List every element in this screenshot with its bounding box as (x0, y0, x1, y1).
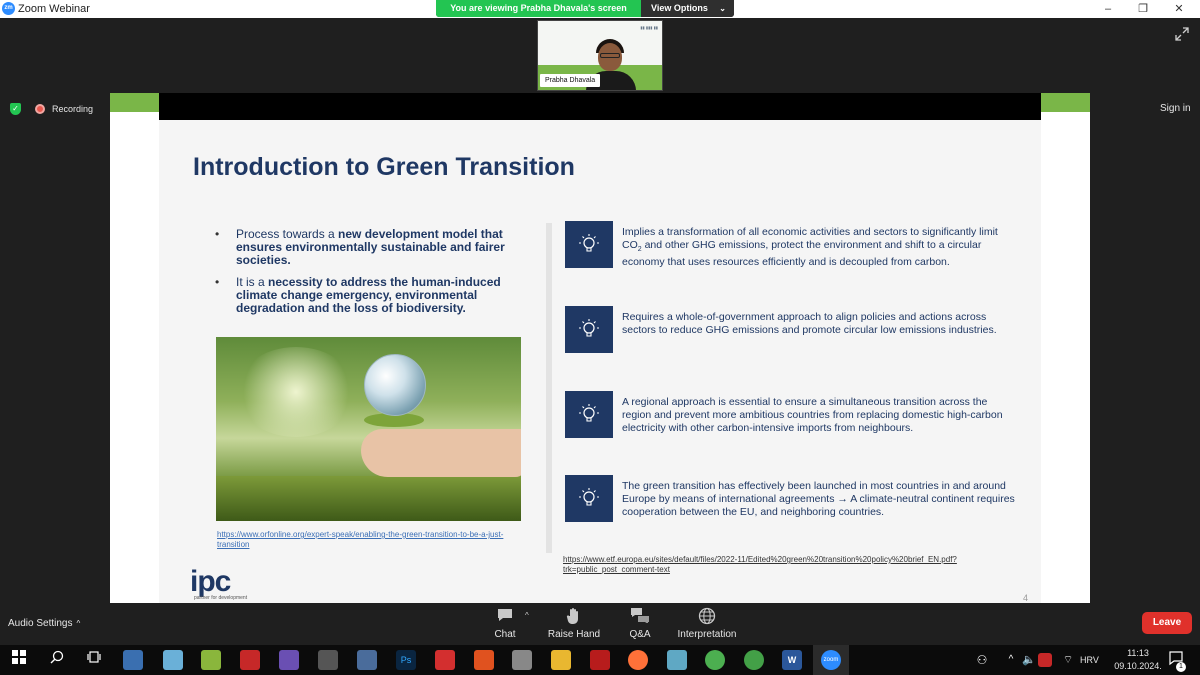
thumbnail-logos: ▮▮ ▮▮▮ ▮▮ (640, 25, 658, 30)
card-text: A regional approach is essential to ensu… (622, 396, 1003, 434)
share-status-text: You are viewing Prabha Dhavala's screen (436, 0, 641, 17)
audio-settings-button[interactable]: Audio Settings ^ (8, 618, 80, 629)
file-explorer-icon[interactable] (551, 650, 571, 670)
lightbulb-icon (565, 306, 613, 353)
people-icon[interactable]: ⚇ (972, 650, 992, 670)
view-options-label: View Options (651, 3, 708, 13)
info-card: The green transition has effectively bee… (565, 475, 1015, 525)
card-text-part: and other GHG emissions, protect the env… (622, 239, 982, 269)
slide-page-number: 4 (1023, 593, 1029, 603)
firefox-icon[interactable] (628, 650, 648, 670)
close-button[interactable]: ✕ (1167, 1, 1191, 17)
chrome-icon-2[interactable] (744, 650, 764, 670)
clock-date: 09.10.2024. (1114, 661, 1162, 671)
tray-chevron-up-icon[interactable]: ^ (1001, 650, 1021, 670)
chat-icon (465, 607, 545, 627)
chrome-icon[interactable] (705, 650, 725, 670)
source-link[interactable]: https://www.etf.europa.eu/sites/default/… (563, 555, 963, 575)
bullet-item: It is a necessity to address the human-i… (210, 276, 530, 315)
image-source-link[interactable]: https://www.orfonline.org/expert-speak/e… (217, 530, 517, 550)
image-hands (361, 429, 521, 477)
interpretation-label: Interpretation (677, 629, 737, 640)
ipc-logo-text: ipc (190, 565, 231, 598)
security-shield-icon[interactable]: ✓ (10, 103, 21, 115)
app-icon-5[interactable] (279, 650, 299, 670)
ipc-logo: ipc partner for development (190, 565, 248, 602)
chat-label: Chat (494, 629, 516, 640)
windows-taskbar: Ps W zoom ⚇ ^ 🔈 ⌔ HRV 11:13 09.10.2024. … (0, 645, 1200, 675)
bullet-item: Process towards a new development model … (210, 228, 530, 267)
info-card: Implies a transformation of all economic… (565, 221, 1015, 271)
card-text: Implies a transformation of all economic… (622, 226, 1017, 269)
shared-slide: Introduction to Green Transition Process… (110, 93, 1090, 603)
card-text: Requires a whole-of-government approach … (622, 311, 997, 336)
interpretation-button[interactable]: Interpretation (667, 607, 747, 640)
chevron-up-icon: ^ (76, 619, 81, 628)
slide-header-bar (159, 93, 1041, 120)
app-title: Zoom Webinar (18, 3, 90, 15)
chevron-down-icon: ⌄ (719, 4, 726, 13)
zoom-logo-icon: zm (2, 2, 15, 15)
chat-options-caret[interactable]: ^ (525, 611, 529, 620)
speaker-glasses (600, 53, 620, 58)
fullscreen-icon[interactable] (1174, 27, 1190, 43)
sign-in-link[interactable]: Sign in (1160, 103, 1191, 114)
image-moss-ground (216, 476, 521, 521)
search-icon[interactable] (47, 650, 67, 670)
windows-start-icon[interactable] (9, 650, 29, 670)
zoom-webinar-window: zm Zoom Webinar – ❐ ✕ You are viewing Pr… (0, 0, 1200, 675)
bullet-list: Process towards a new development model … (210, 228, 530, 324)
photoshop-icon[interactable]: Ps (396, 650, 416, 670)
minimize-button[interactable]: – (1096, 1, 1120, 17)
slide-title: Introduction to Green Transition (193, 153, 575, 181)
screen-share-banner: You are viewing Prabha Dhavala's screen … (436, 0, 734, 17)
info-card: A regional approach is essential to ensu… (565, 391, 1015, 441)
app-icon-15[interactable] (667, 650, 687, 670)
app-icon-9[interactable] (435, 650, 455, 670)
speaker-name-label: Prabha Dhavala (540, 74, 601, 87)
calculator-icon[interactable] (512, 650, 532, 670)
app-icon-4[interactable] (240, 650, 260, 670)
lightbulb-icon (565, 475, 613, 522)
chat-button[interactable]: Chat (465, 607, 545, 640)
column-divider (546, 223, 552, 553)
task-view-icon[interactable] (84, 650, 104, 670)
card-text: The green transition has effectively bee… (622, 480, 1015, 518)
globe-icon (667, 607, 747, 627)
bullet-text: It is a (236, 275, 269, 289)
tray-app-icon[interactable] (1038, 653, 1052, 667)
bullet-bold-text: necessity to address the human-induced c… (236, 275, 501, 315)
lightbulb-icon (565, 391, 613, 438)
system-clock[interactable]: 11:13 09.10.2024. (1112, 647, 1164, 673)
info-card: Requires a whole-of-government approach … (565, 306, 1015, 356)
ipc-logo-tagline: partner for development (194, 595, 248, 601)
app-icon-7[interactable] (357, 650, 377, 670)
audio-settings-label: Audio Settings (8, 618, 73, 629)
language-indicator[interactable]: HRV (1080, 655, 1099, 665)
zoom-taskbar-icon[interactable]: zoom (821, 650, 841, 670)
word-icon[interactable]: W (782, 650, 802, 670)
volume-icon[interactable]: 🔈 (1019, 650, 1039, 670)
view-options-button[interactable]: View Options ⌄ (641, 0, 734, 17)
app-icon-6[interactable] (318, 650, 338, 670)
clock-time: 11:13 (1127, 648, 1149, 658)
recording-label: Recording (52, 104, 94, 114)
network-icon[interactable]: ⌔ (1058, 650, 1078, 670)
app-icon-10[interactable] (474, 650, 494, 670)
recording-icon (35, 104, 45, 114)
bullet-text: Process towards a (236, 227, 339, 241)
lightbulb-icon (565, 221, 613, 268)
notification-count-badge: 1 (1176, 662, 1186, 672)
app-icon-1[interactable] (123, 650, 143, 670)
restore-button[interactable]: ❐ (1131, 1, 1155, 17)
app-icon-3[interactable] (201, 650, 221, 670)
app-icon-2[interactable] (163, 650, 183, 670)
globe-in-hands-image (216, 337, 521, 521)
speaker-video-thumbnail[interactable]: ▮▮ ▮▮▮ ▮▮ Prabha Dhavala (537, 20, 663, 91)
image-light-glow (236, 347, 356, 437)
leave-button[interactable]: Leave (1142, 612, 1192, 634)
app-icon-13[interactable] (590, 650, 610, 670)
image-glass-globe (364, 354, 426, 416)
